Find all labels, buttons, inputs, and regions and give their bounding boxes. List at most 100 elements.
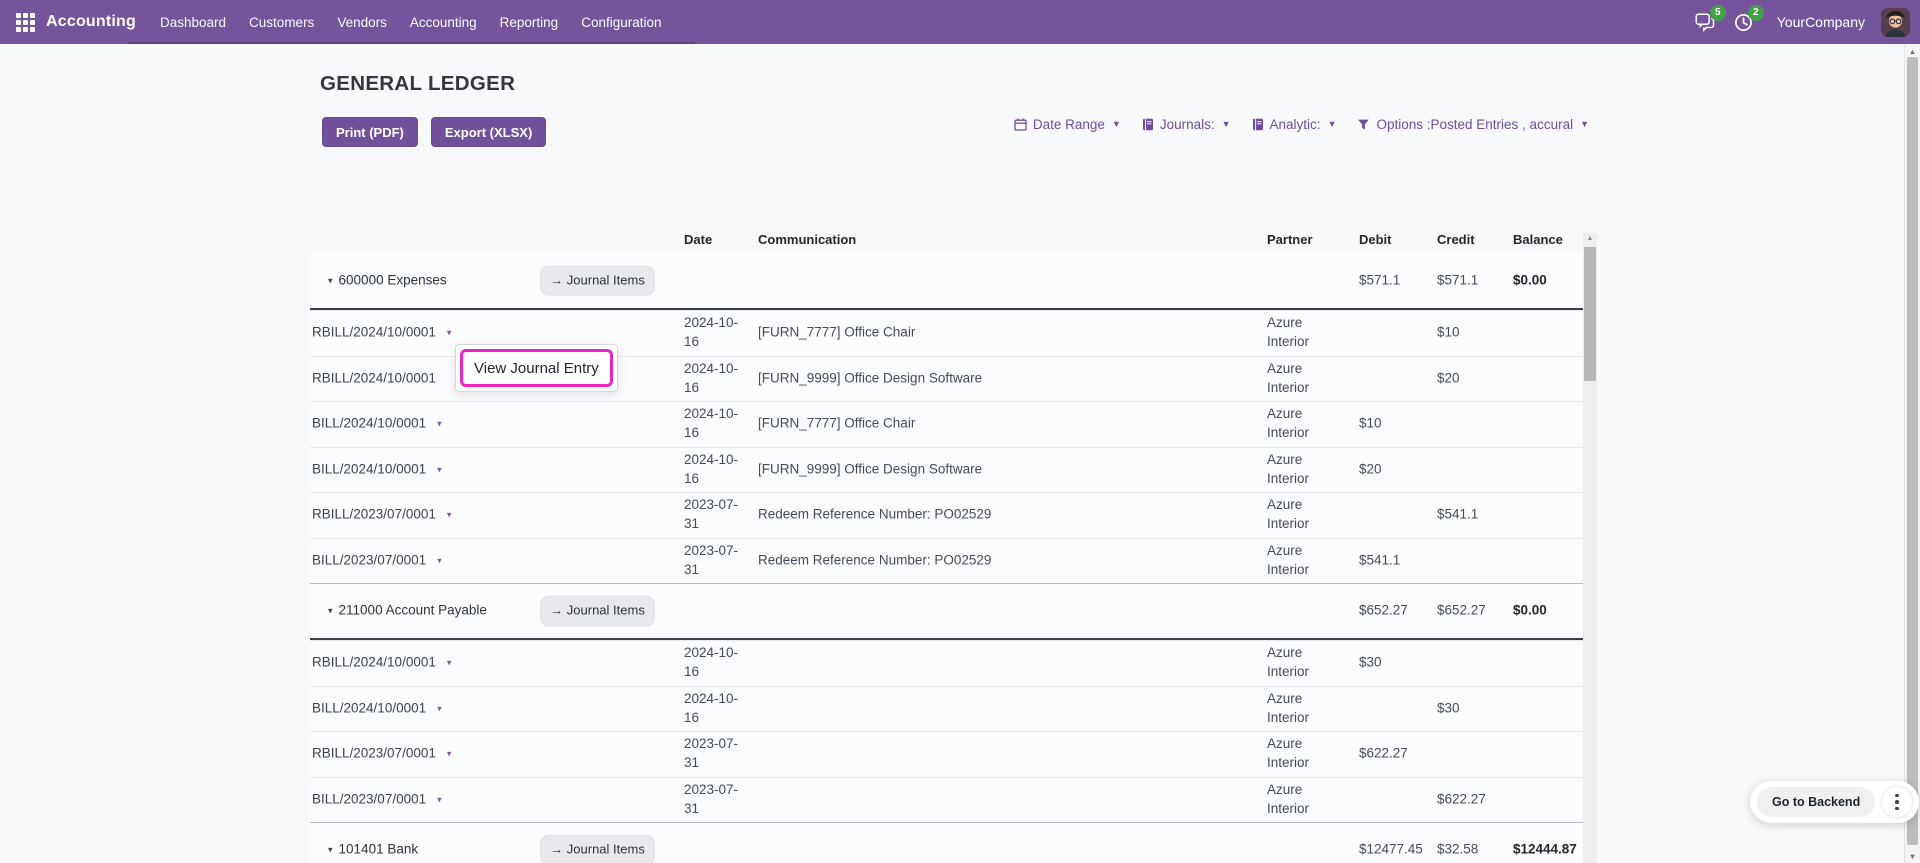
account-toggle[interactable]: ▾101401 Bank [328,841,418,860]
line-date: 2024-10-16 [684,690,746,728]
chevron-down-icon: ▼ [1222,119,1231,129]
line-communication: Redeem Reference Number: PO02529 [758,506,1238,525]
account-name: 211000 Account Payable [339,602,487,621]
nav-item-configuration[interactable]: Configuration [579,11,663,34]
journal-line-row: BILL/2023/07/0001▾2023-07-31Azure Interi… [310,777,1583,823]
go-to-backend-button[interactable]: Go to Backend [1757,787,1875,817]
activities-menu-button[interactable]: 2 [1733,11,1755,33]
print-pdf-button[interactable]: Print (PDF) [322,117,418,147]
nav-menu-underline [128,42,695,45]
dropdown-caret-icon: ▾ [437,463,442,476]
line-date: 2024-10-16 [684,405,746,443]
account-toggle[interactable]: ▾600000 Expenses [328,271,447,290]
filter-journals-label: Journals: [1160,117,1215,132]
column-header-partner: Partner [1267,232,1313,247]
account-toggle[interactable]: ▾211000 Account Payable [328,602,487,621]
section-debit-total: $12477.45 [1359,841,1433,860]
line-partner: Azure Interior [1267,314,1347,352]
line-communication: [FURN_9999] Office Design Software [758,369,1238,388]
account-section-row: ▾600000 Expenses→ Journal Items$571.1$57… [310,253,1583,310]
journal-entry-toggle[interactable]: RBILL/2023/07/0001▾ [312,745,451,764]
journal-entry-toggle[interactable]: RBILL/2024/10/0001 [312,369,436,388]
line-partner: Azure Interior [1267,781,1347,819]
line-date: 2024-10-16 [684,451,746,489]
filter-analytic-label: Analytic: [1270,117,1321,132]
filter-journals[interactable]: Journals: ▼ [1142,117,1231,132]
table-scrollbar-thumb[interactable] [1584,247,1596,381]
nav-item-reporting[interactable]: Reporting [498,11,561,34]
nav-item-dashboard[interactable]: Dashboard [158,11,228,34]
line-partner: Azure Interior [1267,690,1347,728]
grid-icon [16,13,35,32]
section-credit-total: $652.27 [1437,602,1509,621]
line-communication: [FURN_9999] Office Design Software [758,460,1238,479]
line-communication: [FURN_7777] Office Chair [758,324,1238,343]
export-xlsx-button[interactable]: Export (XLSX) [431,117,546,147]
journal-entry-toggle[interactable]: BILL/2024/10/0001▾ [312,460,442,479]
journal-items-button[interactable]: → Journal Items [540,265,655,296]
journal-entry-name: RBILL/2023/07/0001 [312,506,436,525]
journal-entry-name: RBILL/2024/10/0001 [312,324,436,343]
line-communication: [FURN_7777] Office Chair [758,415,1238,434]
nav-right-cluster: 5 2 YourCompany [1695,8,1910,37]
journal-entry-name: BILL/2023/07/0001 [312,551,426,570]
messages-menu-button[interactable]: 5 [1695,11,1717,33]
scroll-up-arrow-icon[interactable]: ▲ [1583,235,1597,242]
column-header-debit: Debit [1359,232,1392,247]
line-partner: Azure Interior [1267,496,1347,534]
line-date: 2023-07-31 [684,735,746,773]
journal-items-button[interactable]: → Journal Items [540,835,655,863]
report-page: GENERAL LEDGER Print (PDF) Export (XLSX)… [0,44,1920,863]
filter-analytic[interactable]: Analytic: ▼ [1252,117,1337,132]
filter-options[interactable]: Options :Posted Entries , accural ▼ [1357,117,1589,132]
dropdown-caret-icon: ▾ [437,702,442,715]
line-date: 2023-07-31 [684,496,746,534]
journal-entry-toggle[interactable]: BILL/2023/07/0001▾ [312,551,442,570]
scroll-up-arrow-icon[interactable]: ▲ [1905,47,1920,56]
nav-item-vendors[interactable]: Vendors [335,11,389,34]
activities-badge: 2 [1748,5,1764,21]
section-balance-total: $0.00 [1513,271,1589,290]
messages-badge: 5 [1710,5,1726,21]
line-debit: $30 [1359,654,1433,673]
journal-items-cell: → Journal Items [540,835,655,863]
column-header-credit: Credit [1437,232,1475,247]
journal-entry-toggle[interactable]: RBILL/2023/07/0001▾ [312,506,451,525]
journal-line-row: BILL/2024/10/0001▾ 2024-10-16 Azure Interi… [310,686,1583,732]
apps-menu-icon[interactable] [8,5,42,39]
account-section-row: ▾101401 Bank→ Journal Items$12477.45$32.… [310,822,1583,863]
page-scrollbar: ▲ ▼ [1904,44,1920,863]
line-credit: $622.27 [1437,790,1509,809]
company-menu[interactable]: YourCompany [1777,14,1865,30]
journal-line-row: BILL/2024/10/0001▾ 2024-10-16 [FURN_7777] … [310,401,1583,447]
journal-entry-name: BILL/2024/10/0001 [312,415,426,434]
account-name: 101401 Bank [339,841,419,860]
collapse-caret-icon: ▾ [328,274,333,287]
scroll-down-arrow-icon[interactable]: ▼ [1905,852,1920,861]
page-scrollbar-thumb[interactable] [1907,57,1918,845]
nav-item-accounting[interactable]: Accounting [408,11,479,34]
view-journal-entry-option[interactable]: View Journal Entry [460,349,613,387]
nav-item-customers[interactable]: Customers [247,11,316,34]
column-header-balance: Balance [1513,232,1563,247]
app-brand[interactable]: Accounting [46,13,136,31]
backend-pill: Go to Backend [1750,781,1919,823]
chevron-down-icon: ▼ [1112,119,1121,129]
dropdown-caret-icon: ▾ [437,793,442,806]
arrow-right-icon: → [550,272,563,287]
journal-entry-toggle[interactable]: RBILL/2024/10/0001▾ [312,324,451,343]
journal-entry-dropdown: View Journal Entry [455,344,618,392]
user-avatar[interactable] [1881,8,1910,37]
journal-entry-toggle[interactable]: BILL/2024/10/0001▾ [312,415,442,434]
journal-entry-toggle[interactable]: BILL/2023/07/0001▾ [312,790,442,809]
journal-items-button[interactable]: → Journal Items [540,596,655,627]
line-credit: $30 [1437,699,1509,718]
kebab-menu-button[interactable] [1882,787,1912,817]
book-icon [1142,118,1154,131]
account-section-row: ▾211000 Account Payable → Journal Items $6… [310,583,1583,640]
journal-entry-name: RBILL/2024/10/0001 [312,654,436,673]
line-date: 2024-10-16 [684,314,746,352]
journal-entry-toggle[interactable]: RBILL/2024/10/0001▾ [312,654,451,673]
journal-entry-toggle[interactable]: BILL/2024/10/0001▾ [312,699,442,718]
filter-date-range[interactable]: Date Range ▼ [1014,117,1121,132]
